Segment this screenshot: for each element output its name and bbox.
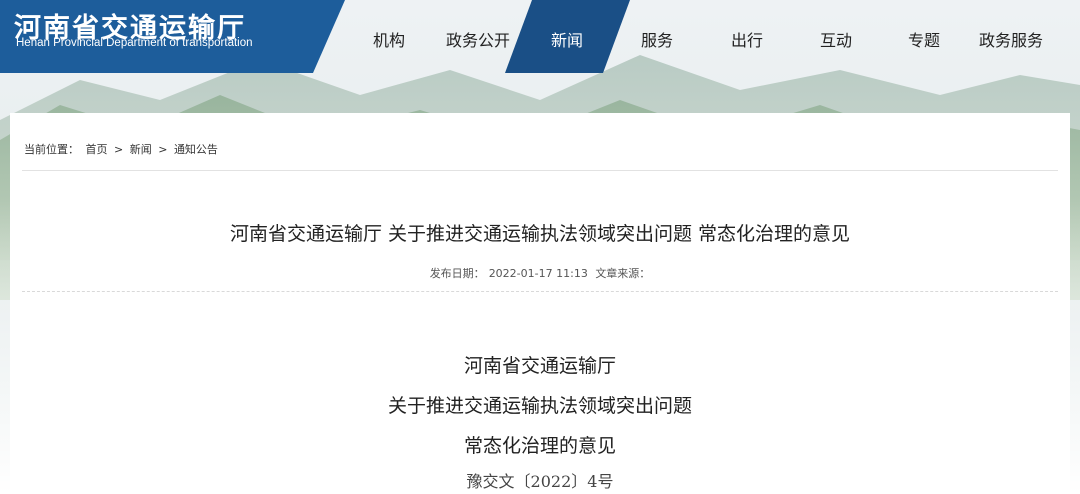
breadcrumb-news[interactable]: 新闻 bbox=[130, 143, 152, 156]
publish-date: 2022-01-17 11:13 bbox=[488, 267, 588, 280]
breadcrumb: 当前位置： 首页 > 新闻 > 通知公告 bbox=[24, 141, 221, 157]
divider-dashed bbox=[22, 291, 1058, 292]
nav-item-travel[interactable]: 出行 bbox=[731, 27, 763, 51]
nav-item-government-affairs[interactable]: 政务公开 bbox=[446, 27, 510, 51]
article-meta: 发布日期： 2022-01-17 11:13 文章来源： bbox=[10, 265, 1070, 281]
breadcrumb-notice[interactable]: 通知公告 bbox=[174, 143, 218, 156]
breadcrumb-home[interactable]: 首页 bbox=[86, 143, 108, 156]
nav-item-topics[interactable]: 专题 bbox=[908, 27, 940, 51]
nav-item-institution[interactable]: 机构 bbox=[373, 27, 405, 51]
breadcrumb-prefix: 当前位置： bbox=[24, 143, 79, 156]
doc-heading-line-3: 常态化治理的意见 bbox=[463, 435, 616, 457]
nav-item-services[interactable]: 服务 bbox=[641, 27, 673, 51]
publish-date-label: 发布日期： bbox=[429, 267, 485, 280]
article-title: 河南省交通运输厅 关于推进交通运输执法领域突出问题 常态化治理的意见 bbox=[229, 223, 851, 245]
nav-item-government-services[interactable]: 政务服务 bbox=[979, 27, 1043, 51]
breadcrumb-separator: > bbox=[158, 143, 168, 156]
article-card: 当前位置： 首页 > 新闻 > 通知公告 河南省交通运输厅 关于推进交通运输执法… bbox=[10, 113, 1070, 494]
site-header: 河南省交通运输厅 Henan Provincial Department of … bbox=[0, 0, 1080, 73]
document-number: 豫交文〔2022〕4号 bbox=[466, 472, 614, 491]
doc-heading-line-2: 关于推进交通运输执法领域突出问题 bbox=[387, 395, 692, 417]
nav-item-news[interactable]: 新闻 bbox=[551, 27, 583, 51]
divider bbox=[22, 170, 1058, 171]
main-nav: 机构 政务公开 新闻 服务 出行 互动 专题 政务服务 bbox=[0, 0, 1080, 73]
doc-heading-line-1: 河南省交通运输厅 bbox=[463, 355, 616, 377]
source-label: 文章来源： bbox=[595, 267, 651, 280]
nav-item-interaction[interactable]: 互动 bbox=[820, 27, 852, 51]
breadcrumb-separator: > bbox=[114, 143, 124, 156]
